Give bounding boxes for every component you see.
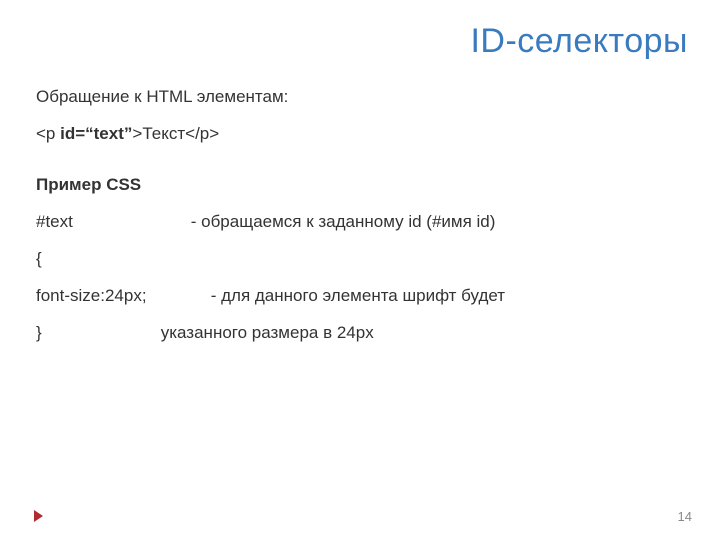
slide: ID-селекторы Обращение к HTML элементам:… — [0, 0, 720, 540]
next-slide-icon[interactable] — [34, 510, 43, 522]
css-comment-3: указанного размера в 24px — [161, 323, 374, 342]
spacer — [36, 160, 680, 174]
css-selector: #text — [36, 211, 186, 234]
css-comment-1: - обращаемся к заданному id (#имя id) — [191, 212, 496, 231]
css-line-1: #text - обращаемся к заданному id (#имя … — [36, 211, 680, 234]
css-line-4: } указанного размера в 24px — [36, 322, 680, 345]
html-example-line: <p id=“text”>Текст</p> — [36, 123, 680, 146]
page-number: 14 — [678, 509, 692, 524]
css-line-2: { — [36, 248, 680, 271]
slide-body: Обращение к HTML элементам: <p id=“text”… — [36, 86, 680, 359]
html-text: Текст — [142, 124, 185, 143]
intro-text: Обращение к HTML элементам: — [36, 86, 680, 109]
html-open-suffix: > — [132, 124, 142, 143]
css-comment-2: - для данного элемента шрифт будет — [211, 286, 505, 305]
slide-title: ID-селекторы — [470, 22, 688, 61]
html-attr: id=“text” — [60, 124, 132, 143]
html-close: </p> — [185, 124, 219, 143]
css-brace-close: } — [36, 322, 156, 345]
css-line-3: font-size:24px; - для данного элемента ш… — [36, 285, 680, 308]
css-heading: Пример CSS — [36, 174, 680, 197]
html-open-prefix: <p — [36, 124, 60, 143]
css-rule: font-size:24px; — [36, 285, 206, 308]
